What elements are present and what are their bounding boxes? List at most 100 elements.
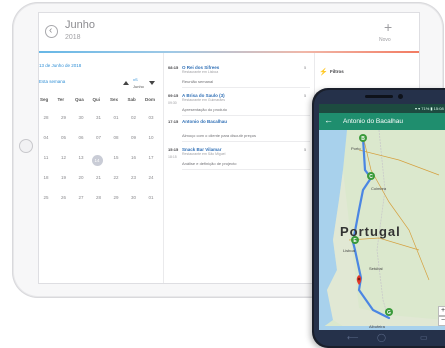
month-title: Junho	[65, 19, 95, 31]
nav-back-icon[interactable]: ⟵	[347, 333, 358, 342]
zoom-out-button[interactable]: −	[439, 317, 445, 325]
status-indicators: ▾ ▾ 71% ▮ 15:08	[415, 106, 444, 111]
this-week-link[interactable]: Esta semana	[39, 79, 65, 84]
route-map[interactable]: B C E G Porto Coimbra Portugal Lisboa Al…	[319, 129, 445, 330]
event-count: 5	[304, 93, 307, 98]
calendar-day[interactable]: 04	[39, 135, 53, 140]
prev-month-icon[interactable]	[123, 81, 129, 85]
next-month-icon[interactable]	[149, 81, 155, 85]
calendar-day[interactable]: 03	[144, 115, 158, 120]
view-toggle[interactable]: xS	[133, 77, 138, 82]
app-header: ‹ Junho 2018 + Novo	[39, 13, 419, 51]
event-divider	[182, 169, 310, 170]
selected-date: 13 de Junho de 2018	[39, 63, 82, 68]
phone-page-title: Antonio do Bacalhau	[343, 118, 403, 125]
nav-recent-icon[interactable]: ▭	[420, 333, 428, 342]
year-title: 2018	[65, 34, 81, 41]
weekday-header: Ter	[57, 97, 65, 102]
calendar-day[interactable]: 30	[127, 195, 141, 200]
event-divider	[182, 87, 310, 88]
lightning-icon: ⚡	[319, 69, 328, 76]
calendar-day[interactable]: 23	[127, 175, 141, 180]
calendar-day[interactable]: 06	[74, 135, 88, 140]
calendar-day[interactable]: 21	[92, 175, 106, 180]
calendar-day[interactable]: 31	[92, 115, 106, 120]
place-label: Albufeira	[369, 324, 385, 329]
event-end-time: 18:15	[168, 155, 177, 159]
status-bar: ▾ ▾ 71% ▮ 15:08	[319, 104, 445, 113]
weekday-header: Sab	[127, 97, 136, 102]
calendar-day[interactable]: 02	[127, 115, 141, 120]
calendar-day[interactable]: 27	[74, 195, 88, 200]
weekday-header: Dom	[145, 97, 155, 102]
place-label: Lisboa	[343, 248, 355, 253]
place-label: Setúbal	[369, 266, 383, 271]
calendar-day[interactable]: 28	[92, 195, 106, 200]
event-subtitle: Restaurante em São Miguel	[182, 152, 226, 156]
calendar-day[interactable]: 20	[74, 175, 88, 180]
calendar-day[interactable]: 12	[57, 155, 71, 160]
calendar-day[interactable]: 17	[144, 155, 158, 160]
country-label: Portugal	[340, 224, 401, 239]
event-description: Reunião semanal	[182, 79, 214, 84]
new-button-label[interactable]: Novo	[379, 37, 391, 43]
tablet-home-button[interactable]	[19, 139, 33, 153]
calendar-day[interactable]: 10	[144, 135, 158, 140]
calendar-day[interactable]: 16	[127, 155, 141, 160]
calendar-day[interactable]: 22	[109, 175, 123, 180]
calendar-day[interactable]: 09	[127, 135, 141, 140]
arrow-left-icon[interactable]: ←	[324, 115, 333, 125]
phone-screen: ▾ ▾ 71% ▮ 15:08 ← Antonio do Bacalhau B …	[319, 104, 445, 330]
marker-g: G	[387, 310, 391, 316]
calendar-day[interactable]: 19	[57, 175, 71, 180]
chevron-left-icon: ‹	[49, 25, 53, 36]
calendar-day[interactable]: 18	[39, 175, 53, 180]
event-subtitle: Restaurante em Lisboa	[182, 70, 219, 74]
event-time: 17:15	[168, 119, 179, 124]
calendar-panel: 13 de Junho de 2018 Esta semana xS Junho…	[39, 53, 162, 283]
weekday-header: Qui	[92, 97, 101, 102]
calendar-day[interactable]: 01	[144, 195, 158, 200]
event-time: 09:15	[168, 93, 179, 98]
event-count: 5	[304, 147, 307, 152]
calendar-day[interactable]: 29	[109, 195, 123, 200]
phone-speaker	[365, 95, 393, 98]
filters-label: Filtros	[330, 69, 344, 74]
zoom-in-button[interactable]: +	[439, 307, 445, 315]
nav-home-icon[interactable]: ◯	[377, 333, 386, 342]
marker-b: B	[361, 136, 365, 142]
weekday-header: Qua	[75, 97, 84, 102]
calendar-day[interactable]: 08	[109, 135, 123, 140]
event-divider	[182, 141, 310, 142]
place-label: Coimbra	[371, 186, 387, 191]
calendar-day[interactable]: 11	[39, 155, 53, 160]
event-count: 5	[304, 65, 307, 70]
calendar-day[interactable]: 26	[57, 195, 71, 200]
calendar-day[interactable]: 13	[74, 155, 88, 160]
event-description: Almoço com o cliente para discutir preço…	[182, 133, 257, 138]
weekday-header: Sex	[110, 97, 119, 102]
back-button[interactable]: ‹	[45, 25, 58, 38]
calendar-day[interactable]: 05	[57, 135, 71, 140]
add-icon[interactable]: +	[384, 19, 392, 35]
event-description: Apresentação do produto	[182, 107, 227, 112]
calendar-day[interactable]: 28	[39, 115, 53, 120]
place-label: Porto	[351, 146, 361, 151]
calendar-day[interactable]: 07	[92, 135, 106, 140]
calendar-day[interactable]: 30	[74, 115, 88, 120]
calendar-day[interactable]: 29	[57, 115, 71, 120]
event-divider	[182, 115, 310, 116]
calendar-day[interactable]: 15	[109, 155, 123, 160]
events-list: 08:15 O Rei dos Sifrees Restaurante em Lis…	[163, 53, 315, 283]
calendar-day[interactable]: 01	[109, 115, 123, 120]
calendar-day[interactable]: 14	[91, 155, 103, 166]
event-title: Antonio do Bacalhau	[182, 119, 227, 124]
calendar-day[interactable]: 25	[39, 195, 53, 200]
phone-camera	[398, 94, 403, 99]
calendar-day[interactable]: 24	[144, 175, 158, 180]
event-subtitle: Restaurante em Guimarães	[182, 98, 225, 102]
weekday-header: Seg	[40, 97, 49, 102]
event-description: Análise e definição de projecto	[182, 161, 237, 166]
event-end-time: 09:30	[168, 101, 177, 105]
event-time: 15:15	[168, 147, 179, 152]
